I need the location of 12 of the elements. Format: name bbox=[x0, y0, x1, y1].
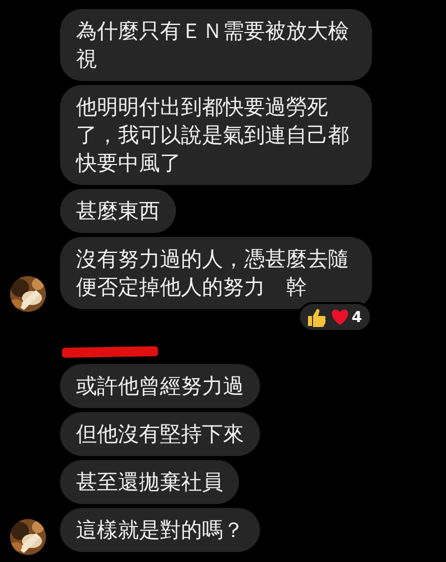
reaction-count: 4 bbox=[352, 308, 362, 326]
reactions-pill[interactable]: 4 bbox=[298, 302, 372, 332]
message-bubble: 或許他曾經努力過 bbox=[60, 364, 260, 408]
message-bubble: 他明明付出到都快要過勞死了，我可以說是氣到連自己都快要中風了 bbox=[60, 85, 372, 185]
message-bubble: 甚至還拋棄社員 bbox=[60, 460, 239, 504]
message-bubble: 但他沒有堅持下來 bbox=[60, 412, 260, 456]
heart-icon bbox=[330, 307, 350, 327]
message-bubble: 這樣就是對的嗎？ bbox=[60, 508, 260, 552]
message-bubble: 甚麼東西 bbox=[60, 189, 176, 233]
thumbs-up-icon bbox=[306, 306, 328, 328]
message-bubble: 為什麼只有ＥＮ需要被放大檢視 bbox=[60, 9, 372, 81]
message-bubble: 沒有努力過的人，憑甚麼去隨便否定掉他人的努力 幹 bbox=[60, 237, 372, 309]
